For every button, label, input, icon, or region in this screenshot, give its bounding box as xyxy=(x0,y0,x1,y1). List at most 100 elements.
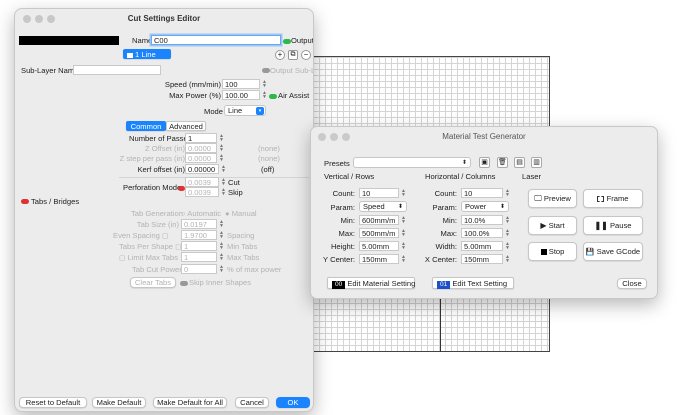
v-max-stepper[interactable]: ▲ ▼ xyxy=(401,229,406,238)
tab-size-label: Tab Size (in) xyxy=(136,220,179,229)
tab-size-input: 0.0197 xyxy=(181,219,217,229)
limit-max-tabs-label: Limit Max Tabs xyxy=(127,253,178,262)
add-sublayer-icon[interactable]: + xyxy=(275,50,285,60)
minimize-window-button[interactable] xyxy=(330,133,338,141)
mode-select[interactable]: Line ▾ xyxy=(224,105,266,116)
tab-cut-power-stepper: ▲ ▼ xyxy=(219,264,224,274)
h-min-input[interactable]: 10.0% xyxy=(461,215,503,225)
h-center-input[interactable]: 150mm xyxy=(461,254,503,264)
ok-button[interactable]: OK xyxy=(276,397,310,408)
output-label: Output xyxy=(291,36,314,45)
speed-stepper[interactable]: ▲ ▼ xyxy=(262,80,267,89)
delete-preset-icon[interactable]: 🗑 xyxy=(497,157,508,168)
h-center-stepper[interactable]: ▲ ▼ xyxy=(505,255,510,264)
v-height-stepper[interactable]: ▲ ▼ xyxy=(401,242,406,251)
preview-button[interactable]: 🖵 Preview xyxy=(528,189,577,208)
h-width-stepper[interactable]: ▲ ▼ xyxy=(505,242,510,251)
max-tabs-input: 1 xyxy=(181,252,217,262)
make-default-all-button[interactable]: Make Default for All xyxy=(153,397,227,408)
frame-button[interactable]: Frame xyxy=(583,189,643,208)
frame-label: Frame xyxy=(606,194,629,203)
sublayer-name-label: Sub-Layer Name xyxy=(21,66,79,75)
v-min-input[interactable]: 600mm/m xyxy=(359,215,399,225)
edit-text-button[interactable]: 01 Edit Text Setting xyxy=(432,277,514,289)
presets-select[interactable]: ⬍ xyxy=(353,157,471,168)
copy-sublayer-icon[interactable]: ⧉ xyxy=(288,50,298,60)
tab-size-stepper: ▲ ▼ xyxy=(219,219,224,229)
max-power-stepper[interactable]: ▲ ▼ xyxy=(262,91,267,100)
v-count-input[interactable]: 10 xyxy=(359,188,399,198)
pause-button[interactable]: ❚❚ Pause xyxy=(583,216,643,235)
h-max-input[interactable]: 100.0% xyxy=(461,228,503,238)
material-test-title: Material Test Generator xyxy=(442,132,526,141)
start-button[interactable]: ▶ Start xyxy=(528,216,577,235)
horizontal-header: Horizontal / Columns xyxy=(425,172,496,181)
material-test-window: Material Test Generator Presets ⬍ ▣ 🗑 ▤ … xyxy=(310,126,658,299)
make-default-button[interactable]: Make Default xyxy=(92,397,146,408)
v-min-stepper[interactable]: ▲ ▼ xyxy=(401,216,406,225)
reset-default-button[interactable]: Reset to Default xyxy=(19,397,87,408)
spacing-input: 1.9700 xyxy=(181,230,217,240)
v-height-label: Height: xyxy=(330,242,355,251)
tab-common[interactable]: Common xyxy=(126,121,166,131)
air-assist-toggle[interactable] xyxy=(269,94,277,99)
perf-skip-label: Skip xyxy=(228,188,243,197)
close-window-button[interactable] xyxy=(23,15,31,23)
h-count-stepper[interactable]: ▲ ▼ xyxy=(505,189,510,198)
zoom-window-button[interactable] xyxy=(47,15,55,23)
v-param-select[interactable]: Speed ⬍ xyxy=(359,201,407,212)
layer-color-swatch[interactable] xyxy=(19,36,119,45)
h-count-input[interactable]: 10 xyxy=(461,188,503,198)
workspace-divider-v xyxy=(440,295,441,352)
presets-label: Presets xyxy=(324,159,350,168)
passes-input[interactable]: 1 xyxy=(185,133,217,143)
kerf-stepper[interactable]: ▲ ▼ xyxy=(221,165,226,174)
zoom-window-button[interactable] xyxy=(342,133,350,141)
layer-chip-label: 1 Line xyxy=(135,50,156,59)
z-offset-note: (none) xyxy=(258,144,280,153)
tabs-per-shape-text: Tabs Per Shape xyxy=(119,242,174,251)
max-power-input[interactable]: 100.00 xyxy=(222,90,260,100)
v-max-input[interactable]: 500mm/m xyxy=(359,228,399,238)
perforation-toggle[interactable] xyxy=(178,186,185,191)
cut-settings-title: Cut Settings Editor xyxy=(127,14,201,23)
cancel-button[interactable]: Cancel xyxy=(235,397,269,408)
name-input[interactable]: C00 xyxy=(151,35,281,45)
even-spacing-label: Even Spacing ◻ xyxy=(113,231,169,240)
z-step-note: (none) xyxy=(258,154,280,163)
tab-advanced[interactable]: Advanced xyxy=(166,121,206,131)
h-width-input[interactable]: 5.00mm xyxy=(461,241,503,251)
speed-input[interactable]: 100 xyxy=(222,79,260,89)
sublayer-name-input[interactable] xyxy=(73,65,161,75)
pause-label: Pause xyxy=(609,221,632,230)
h-param-select[interactable]: Power ⬍ xyxy=(461,201,509,212)
export-preset-icon[interactable]: ▥ xyxy=(531,157,542,168)
edit-material-button[interactable]: 00 Edit Material Setting xyxy=(327,277,415,289)
import-preset-icon[interactable]: ▤ xyxy=(514,157,525,168)
h-max-stepper[interactable]: ▲ ▼ xyxy=(505,229,510,238)
tabs-bridges-toggle[interactable] xyxy=(21,199,29,204)
output-toggle[interactable] xyxy=(283,39,291,44)
kerf-input[interactable]: 0.00000 xyxy=(185,164,219,174)
z-step-input: 0.0000 xyxy=(185,153,217,163)
minimize-window-button[interactable] xyxy=(35,15,43,23)
save-preset-icon[interactable]: ▣ xyxy=(479,157,490,168)
v-height-input[interactable]: 5.00mm xyxy=(359,241,399,251)
remove-sublayer-icon[interactable]: − xyxy=(301,50,311,60)
kerf-label: Kerf offset (in) xyxy=(137,165,185,174)
tab-cut-power-unit: % of max power xyxy=(227,265,282,274)
h-min-stepper[interactable]: ▲ ▼ xyxy=(505,216,510,225)
layer-chip[interactable]: 1 Line xyxy=(123,49,171,59)
air-assist-label: Air Assist xyxy=(278,91,310,100)
v-count-stepper[interactable]: ▲ ▼ xyxy=(401,189,406,198)
h-width-label: Width: xyxy=(435,242,457,251)
manual-option: ● Manual xyxy=(225,209,257,218)
v-center-input[interactable]: 150mm xyxy=(359,254,399,264)
max-tabs-stepper: ▲ ▼ xyxy=(219,252,224,262)
close-window-button[interactable] xyxy=(318,133,326,141)
v-center-stepper[interactable]: ▲ ▼ xyxy=(401,255,406,264)
close-button[interactable]: Close xyxy=(617,278,647,289)
save-gcode-button[interactable]: 💾 Save GCode xyxy=(583,242,643,261)
passes-stepper[interactable]: ▲ ▼ xyxy=(219,134,224,143)
stop-button[interactable]: Stop xyxy=(528,242,577,261)
